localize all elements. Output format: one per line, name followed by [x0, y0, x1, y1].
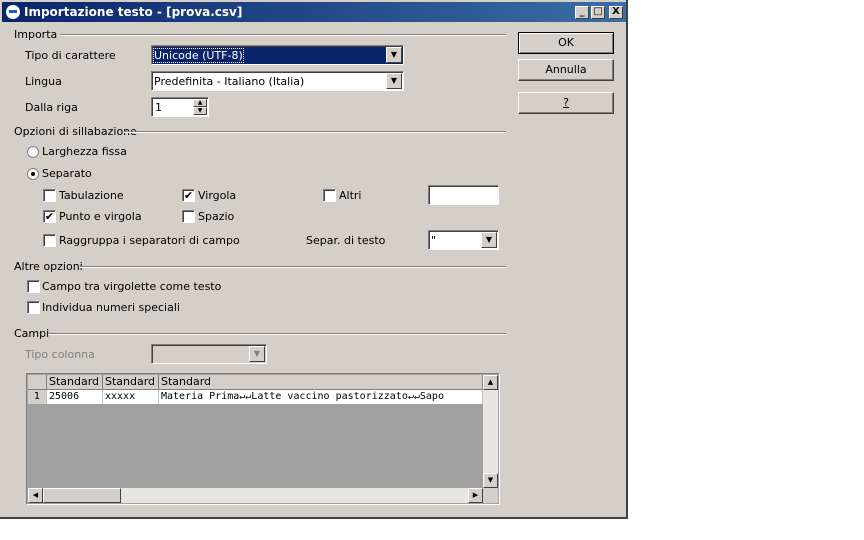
charset-select[interactable]: Unicode (UTF-8) ▼	[151, 45, 404, 65]
spin-up-icon[interactable]: ▲	[193, 99, 207, 107]
table-cell: Materia Prima↵↵Latte vaccino pastorizzat…	[159, 390, 483, 404]
scroll-up-icon[interactable]: ▲	[483, 375, 498, 390]
import-section-title: Importa	[14, 28, 58, 41]
other-checkbox[interactable]	[323, 189, 336, 202]
separated-label[interactable]: Separato	[42, 167, 92, 180]
text-delimiter-select[interactable]: " ▼	[428, 230, 499, 250]
charset-label: Tipo di carattere	[25, 49, 116, 62]
scroll-right-icon[interactable]: ▶	[468, 488, 483, 503]
fields-section-title: Campi	[14, 327, 50, 340]
app-icon	[6, 5, 20, 19]
merge-delimiters-label[interactable]: Raggruppa i separatori di campo	[59, 234, 240, 247]
horizontal-scrollbar[interactable]: ◀ ▶	[28, 488, 483, 503]
other-options-section-title: Altre opzioni	[14, 260, 83, 273]
table-cell: xxxxx	[103, 390, 159, 404]
title-bar[interactable]: Importazione testo - [prova.csv] _ □ X	[2, 2, 626, 22]
chevron-down-icon[interactable]: ▼	[386, 73, 402, 89]
tab-checkbox[interactable]	[43, 189, 56, 202]
language-value: Predefinita - Italiano (Italia)	[154, 75, 305, 88]
text-delimiter-value: "	[431, 234, 437, 247]
other-separator-input[interactable]	[428, 185, 499, 205]
table-cell: 25006	[47, 390, 103, 404]
chevron-down-icon[interactable]: ▼	[481, 232, 497, 248]
quoted-as-text-label[interactable]: Campo tra virgolette come testo	[42, 280, 221, 293]
spin-down-icon[interactable]: ▼	[193, 107, 207, 115]
language-select[interactable]: Predefinita - Italiano (Italia) ▼	[151, 71, 404, 91]
ok-button[interactable]: OK	[518, 32, 614, 54]
chevron-down-icon[interactable]: ▼	[386, 47, 402, 63]
minimize-button[interactable]: _	[575, 6, 589, 19]
comma-label[interactable]: Virgola	[198, 189, 236, 202]
tab-label[interactable]: Tabulazione	[59, 189, 124, 202]
from-row-label: Dalla riga	[25, 101, 78, 114]
detect-special-numbers-label[interactable]: Individua numeri speciali	[42, 301, 180, 314]
comma-checkbox[interactable]: ✔	[182, 189, 195, 202]
scroll-down-icon[interactable]: ▼	[483, 473, 498, 488]
fields-preview-grid[interactable]: Standard Standard Standard 1 25006 xxxxx…	[26, 373, 500, 505]
from-row-spinner[interactable]: 1 ▲ ▼	[151, 97, 209, 117]
language-label: Lingua	[25, 75, 62, 88]
space-label[interactable]: Spazio	[198, 210, 234, 223]
divider	[80, 266, 506, 268]
maximize-button[interactable]: □	[591, 6, 605, 19]
corner-header	[28, 375, 47, 390]
import-dialog: Importazione testo - [prova.csv] _ □ X I…	[0, 0, 628, 519]
column-header[interactable]: Standard	[159, 375, 483, 390]
column-type-label: Tipo colonna	[25, 348, 95, 361]
divider	[48, 333, 506, 335]
scroll-left-icon[interactable]: ◀	[28, 488, 43, 503]
column-header[interactable]: Standard	[47, 375, 103, 390]
row-number: 1	[28, 390, 47, 404]
quoted-as-text-checkbox[interactable]	[27, 280, 40, 293]
help-button[interactable]: ?	[518, 92, 614, 114]
divider	[124, 131, 506, 133]
detect-special-numbers-checkbox[interactable]	[27, 301, 40, 314]
divider	[60, 34, 506, 36]
column-type-select[interactable]: ▼	[151, 344, 267, 364]
from-row-value: 1	[155, 101, 162, 114]
other-label[interactable]: Altri	[339, 189, 361, 202]
close-button[interactable]: X	[609, 6, 623, 19]
space-checkbox[interactable]	[182, 210, 195, 223]
scroll-corner	[483, 488, 498, 503]
cancel-button[interactable]: Annulla	[518, 59, 614, 81]
merge-delimiters-checkbox[interactable]	[43, 234, 56, 247]
scroll-thumb[interactable]	[43, 488, 121, 503]
vertical-scrollbar[interactable]: ▲ ▼	[483, 375, 498, 488]
separated-radio[interactable]	[27, 168, 39, 180]
fixed-width-radio[interactable]	[27, 146, 39, 158]
semicolon-checkbox[interactable]: ✔	[43, 210, 56, 223]
fixed-width-label[interactable]: Larghezza fissa	[42, 145, 127, 158]
chevron-down-icon[interactable]: ▼	[249, 346, 265, 362]
separator-section-title: Opzioni di sillabazione	[14, 125, 137, 138]
window-title: Importazione testo - [prova.csv]	[24, 5, 243, 19]
semicolon-label[interactable]: Punto e virgola	[59, 210, 142, 223]
column-header[interactable]: Standard	[103, 375, 159, 390]
charset-value: Unicode (UTF-8)	[153, 48, 244, 63]
text-delimiter-label: Separ. di testo	[306, 234, 386, 247]
